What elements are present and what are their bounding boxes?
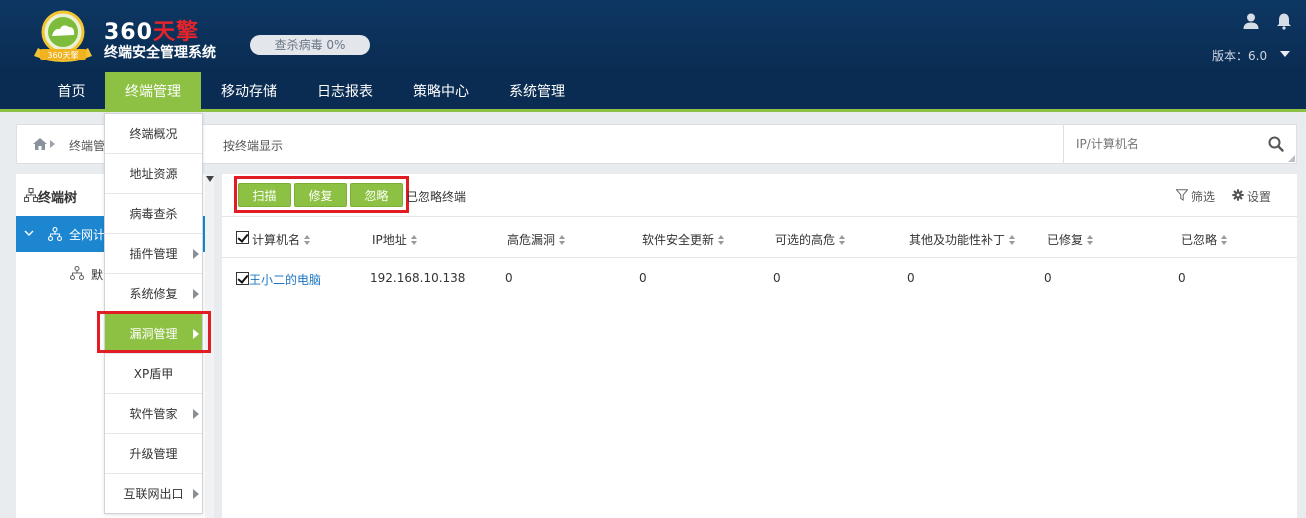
menu-item-internet-exit[interactable]: 互联网出口 [105,474,202,514]
badge-text: 360天擎 [47,50,78,60]
column-header[interactable]: 高危漏洞 [507,231,566,248]
tree-node-label: 默 [91,268,104,282]
table-cell: 0 [639,271,647,285]
sort-icon[interactable] [1221,235,1228,246]
breadcrumb: 终端管 按终端显示 [16,124,1297,164]
crumb-arrow-icon [50,140,55,148]
table-cell: 0 [773,271,781,285]
nav-log-reports[interactable]: 日志报表 [303,72,387,112]
caret-down-icon[interactable] [206,176,214,182]
bell-icon[interactable] [1275,12,1293,30]
org-tree-icon [48,227,62,241]
menu-item-address-resources[interactable]: 地址资源 [105,154,202,194]
sort-icon[interactable] [559,235,566,246]
highlight-box [97,311,211,353]
table-cell: 0 [1044,271,1052,285]
menu-item-upgrade-management[interactable]: 升级管理 [105,434,202,474]
crumb-current-view: 按终端显示 [223,139,284,153]
table-cell: 0 [1178,271,1186,285]
ignored-terminals-link[interactable]: 已忽略终端 [406,188,466,205]
menu-item-plugin-management[interactable]: 插件管理 [105,234,202,274]
sort-icon[interactable] [718,235,725,246]
version-label[interactable]: 版本：6.0 [1212,47,1267,64]
org-tree-icon [70,266,84,280]
select-all-checkbox[interactable] [236,231,249,244]
table-header: 计算机名 IP地址 高危漏洞 软件安全更新 可选的高危 其他及功能性补丁 已修复… [222,216,1297,258]
table-cell: 192.168.10.138 [370,271,466,285]
sort-icon[interactable] [410,235,418,246]
table-cell: 0 [505,271,513,285]
org-tree-icon [24,188,38,202]
menu-item-system-repair[interactable]: 系统修复 [105,274,202,314]
sort-icon[interactable] [1009,235,1016,246]
search-box [1063,125,1297,163]
menu-item-software-manager[interactable]: 软件管家 [105,394,202,434]
app-header: 360天擎 360天擎 终端安全管理系统 查杀病毒 0% 版本：6.0 [0,0,1306,72]
nav-system-management[interactable]: 系统管理 [495,72,579,112]
action-toolbar: 扫描 修复 忽略 已忽略终端 筛选 设置 [222,174,1297,216]
submenu-arrow-icon [193,489,199,499]
resize-grip-icon [1288,155,1295,162]
column-header[interactable]: IP地址 [372,231,418,248]
submenu-arrow-icon [193,289,199,299]
gear-icon[interactable] [1232,189,1244,201]
tree-node-label: 全网计 [69,228,106,242]
row-checkbox[interactable] [236,272,249,285]
scan-status-pill[interactable]: 查杀病毒 0% [250,35,370,55]
column-header[interactable]: 已修复 [1047,231,1094,248]
submenu-arrow-icon [193,409,199,419]
sort-icon[interactable] [304,235,311,246]
main-nav: 首页 终端管理 移动存储 日志报表 策略中心 系统管理 [0,72,1306,112]
table-row[interactable]: 王小二的电脑 192.168.10.138 0 0 0 0 0 0 [222,258,1297,298]
filter-icon[interactable] [1176,189,1188,201]
nav-mobile-storage[interactable]: 移动存储 [207,72,291,112]
menu-item-terminal-overview[interactable]: 终端概况 [105,114,202,154]
product-subtitle: 终端安全管理系统 [104,45,216,61]
caret-down-icon[interactable] [1280,51,1290,57]
submenu-arrow-icon [193,249,199,259]
sort-icon[interactable] [1087,235,1094,246]
column-header[interactable]: 其他及功能性补丁 [909,231,1016,248]
crumb-section[interactable]: 终端管 [69,137,105,154]
filter-button[interactable]: 筛选 [1191,188,1215,205]
highlight-box [234,176,409,213]
home-icon[interactable] [33,138,47,150]
column-header[interactable]: 软件安全更新 [642,231,725,248]
computer-name-link[interactable]: 王小二的电脑 [249,271,321,288]
column-header[interactable]: 计算机名 [252,231,311,248]
user-icon[interactable] [1242,12,1260,30]
logo-badge: 360天擎 [34,10,92,62]
menu-item-xp-shield[interactable]: XP盾甲 [105,354,202,394]
search-input[interactable] [1076,134,1256,154]
main-content: 扫描 修复 忽略 已忽略终端 筛选 设置 计算机名 IP地址 高危漏洞 软件安全… [222,174,1297,518]
column-header[interactable]: 可选的高危 [775,231,846,248]
table-cell: 0 [907,271,915,285]
sort-icon[interactable] [839,235,846,246]
search-icon[interactable] [1268,136,1284,152]
column-header[interactable]: 已忽略 [1181,231,1228,248]
tree-title: 终端树 [38,191,78,206]
chevron-down-icon[interactable] [24,228,34,238]
nav-terminal-management[interactable]: 终端管理 [105,72,201,112]
nav-home[interactable]: 首页 [44,72,99,112]
settings-button[interactable]: 设置 [1247,188,1271,205]
nav-policy-center[interactable]: 策略中心 [399,72,483,112]
menu-item-virus-scan[interactable]: 病毒查杀 [105,194,202,234]
